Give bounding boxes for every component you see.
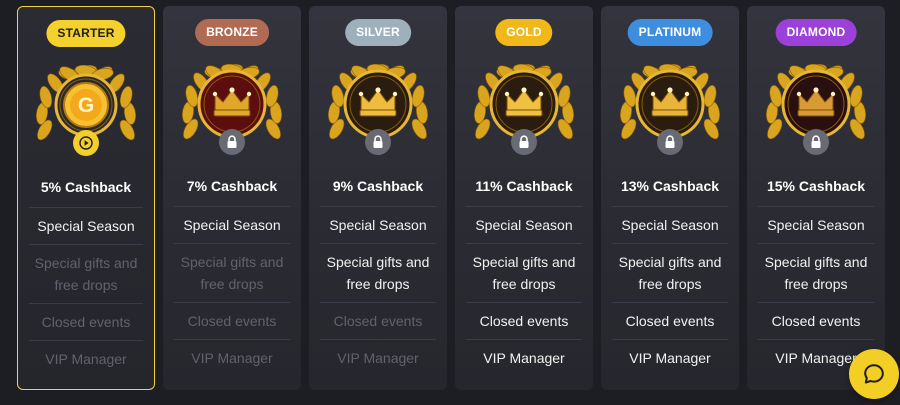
play-icon[interactable]	[73, 130, 99, 156]
tier-card-platinum[interactable]: PLATINUM 13% Cashback Special Season Spe…	[601, 6, 739, 390]
lock-icon	[365, 129, 391, 155]
feature-special-gifts: Special gifts and free drops	[29, 244, 143, 303]
feature-special-season: Special Season	[466, 206, 582, 243]
tier-pill-starter: STARTER	[46, 20, 126, 47]
feature-list: Special Season Special gifts and free dr…	[320, 206, 436, 376]
cashback-label: 11% Cashback	[475, 178, 573, 194]
tier-pill-gold: GOLD	[495, 19, 553, 46]
feature-special-gifts: Special gifts and free drops	[320, 243, 436, 302]
feature-special-season: Special Season	[29, 207, 143, 244]
tier-pill-platinum: PLATINUM	[627, 19, 713, 46]
tier-card-bronze[interactable]: BRONZE 7% Cashback Special Season Specia…	[163, 6, 301, 390]
feature-closed-events: Closed events	[466, 302, 582, 339]
cashback-label: 5% Cashback	[40, 179, 132, 195]
feature-vip-manager: VIP Manager	[612, 339, 728, 376]
tier-card-diamond[interactable]: DIAMOND 15% Cashback Special Season Spec…	[747, 6, 885, 390]
svg-text:G: G	[78, 94, 94, 117]
feature-special-season: Special Season	[320, 206, 436, 243]
feature-list: Special Season Special gifts and free dr…	[612, 206, 728, 376]
tier-card-silver[interactable]: SILVER 9% Cashback Special Season Specia…	[309, 6, 447, 390]
cashback-label: 9% Cashback	[332, 178, 424, 194]
chat-button[interactable]	[849, 349, 899, 399]
feature-closed-events: Closed events	[612, 302, 728, 339]
feature-vip-manager: VIP Manager	[466, 339, 582, 376]
vip-tiers: STARTER G 5% Cashback Special Season Spe…	[0, 0, 900, 405]
feature-special-gifts: Special gifts and free drops	[466, 243, 582, 302]
tier-pill-bronze: BRONZE	[195, 19, 269, 46]
feature-vip-manager: VIP Manager	[174, 339, 290, 376]
feature-closed-events: Closed events	[320, 302, 436, 339]
feature-vip-manager: VIP Manager	[29, 340, 143, 377]
lock-icon	[511, 129, 537, 155]
feature-closed-events: Closed events	[758, 302, 874, 339]
cashback-label: 15% Cashback	[766, 178, 866, 194]
feature-list: Special Season Special gifts and free dr…	[466, 206, 582, 376]
chat-bubble-icon	[864, 364, 884, 384]
lock-icon	[657, 129, 683, 155]
feature-closed-events: Closed events	[29, 303, 143, 340]
feature-vip-manager: VIP Manager	[320, 339, 436, 376]
g-coin-icon: G	[63, 82, 109, 128]
feature-special-gifts: Special gifts and free drops	[758, 243, 874, 302]
feature-special-season: Special Season	[174, 206, 290, 243]
feature-closed-events: Closed events	[174, 302, 290, 339]
feature-special-gifts: Special gifts and free drops	[174, 243, 290, 302]
lock-icon	[219, 129, 245, 155]
feature-list: Special Season Special gifts and free dr…	[174, 206, 290, 376]
tier-card-gold[interactable]: GOLD 11% Cashback Special Season Special…	[455, 6, 593, 390]
feature-special-season: Special Season	[758, 206, 874, 243]
feature-list: Special Season Special gifts and free dr…	[29, 207, 143, 377]
feature-special-season: Special Season	[612, 206, 728, 243]
lock-icon	[803, 129, 829, 155]
feature-special-gifts: Special gifts and free drops	[612, 243, 728, 302]
cashback-label: 13% Cashback	[620, 178, 720, 194]
cashback-label: 7% Cashback	[186, 178, 278, 194]
tier-pill-diamond: DIAMOND	[775, 19, 857, 46]
feature-list: Special Season Special gifts and free dr…	[758, 206, 874, 376]
tier-pill-silver: SILVER	[345, 19, 411, 46]
tier-card-starter[interactable]: STARTER G 5% Cashback Special Season Spe…	[17, 6, 155, 390]
